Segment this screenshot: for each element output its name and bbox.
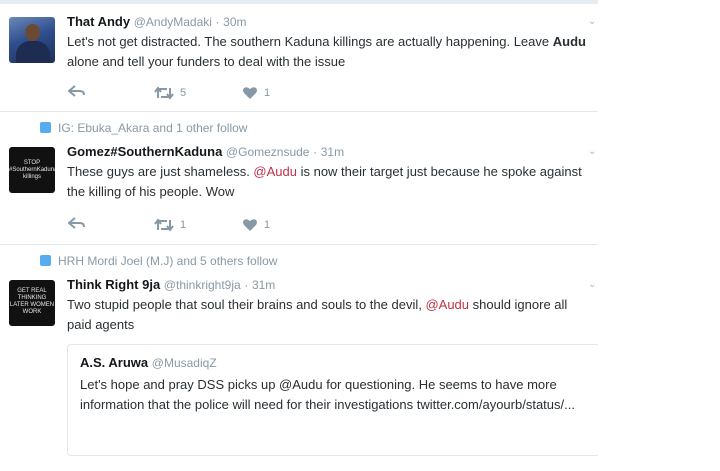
- like-count: 1: [264, 219, 271, 231]
- follow-context-icon: [40, 255, 51, 266]
- mention[interactable]: @Audu: [425, 297, 469, 312]
- quoted-tweet[interactable]: A.S. Aruwa @MusadiqZ Let's hope and pray…: [67, 344, 600, 456]
- user-fullname[interactable]: Gomez#SouthernKaduna: [67, 144, 222, 159]
- user-fullname[interactable]: Think Right 9ja: [67, 277, 160, 292]
- separator: ·: [313, 145, 318, 159]
- retweet-icon: [154, 217, 174, 232]
- heart-icon: [243, 86, 257, 99]
- retweet-button[interactable]: 1: [154, 216, 186, 232]
- retweet-count: 1: [180, 219, 187, 231]
- social-context-text: IG: Ebuka_Akara and 1 other follow: [58, 121, 248, 135]
- timestamp[interactable]: 30m: [223, 15, 246, 29]
- chevron-down-icon[interactable]: ⌄: [588, 16, 596, 27]
- like-button[interactable]: 1: [242, 216, 270, 232]
- social-context-text: HRH Mordi Joel (M.J) and 5 others follow: [58, 254, 278, 268]
- quoted-tweet-text: Let's hope and pray DSS picks up @Audu f…: [80, 377, 575, 412]
- tweet-3[interactable]: HRH Mordi Joel (M.J) and 5 others follow…: [0, 244, 600, 471]
- heart-icon: [243, 218, 257, 231]
- social-context: IG: Ebuka_Akara and 1 other follow: [40, 121, 247, 135]
- retweet-button[interactable]: 5: [154, 84, 186, 100]
- mention[interactable]: Audu: [553, 34, 586, 49]
- reply-icon: [68, 217, 85, 229]
- user-handle[interactable]: @thinkright9ja: [164, 278, 241, 292]
- like-count: 1: [264, 87, 271, 99]
- tweet-text: These guys are just shameless. @Audu is …: [67, 164, 582, 199]
- reply-icon: [68, 85, 85, 97]
- quoted-tweet-header: A.S. Aruwa @MusadiqZ: [80, 355, 217, 370]
- mention[interactable]: @Audu: [253, 164, 297, 179]
- tweet-header: Gomez#SouthernKaduna @Gomeznsude · 31m: [67, 144, 344, 159]
- tweet-header: That Andy @AndyMadaki · 30m: [67, 14, 247, 29]
- quoted-user-handle[interactable]: @MusadiqZ: [152, 356, 217, 370]
- tweet-header: Think Right 9ja @thinkright9ja · 31m: [67, 277, 275, 292]
- follow-context-icon: [40, 122, 51, 133]
- separator: ·: [215, 15, 220, 29]
- separator: ·: [244, 278, 249, 292]
- tweet-1[interactable]: That Andy @AndyMadaki · 30m ⌄ Let's not …: [0, 4, 598, 112]
- user-handle[interactable]: @AndyMadaki: [134, 15, 212, 29]
- quoted-user-fullname[interactable]: A.S. Aruwa: [80, 355, 148, 370]
- user-handle[interactable]: @Gomeznsude: [226, 145, 310, 159]
- avatar[interactable]: GET REAL THINKING LATER WOMEN WORK: [9, 280, 55, 326]
- timeline: That Andy @AndyMadaki · 30m ⌄ Let's not …: [0, 4, 600, 471]
- reply-button[interactable]: [68, 216, 86, 230]
- chevron-down-icon[interactable]: ⌄: [588, 279, 596, 290]
- retweet-icon: [154, 85, 174, 100]
- tweet-text: Let's not get distracted. The southern K…: [67, 34, 586, 69]
- timestamp[interactable]: 31m: [321, 145, 344, 159]
- user-fullname[interactable]: That Andy: [67, 14, 130, 29]
- tweet-2[interactable]: IG: Ebuka_Akara and 1 other follow STOP …: [0, 111, 598, 245]
- chevron-down-icon[interactable]: ⌄: [588, 146, 596, 157]
- retweet-count: 5: [180, 87, 187, 99]
- avatar[interactable]: STOP #SouthernKaduna killings: [9, 147, 55, 193]
- reply-button[interactable]: [68, 84, 86, 98]
- tweet-text: Two stupid people that soul their brains…: [67, 297, 568, 332]
- timestamp[interactable]: 31m: [252, 278, 275, 292]
- right-margin: [598, 0, 720, 471]
- like-button[interactable]: 1: [242, 84, 270, 100]
- avatar[interactable]: [9, 17, 55, 63]
- social-context: HRH Mordi Joel (M.J) and 5 others follow: [40, 254, 277, 268]
